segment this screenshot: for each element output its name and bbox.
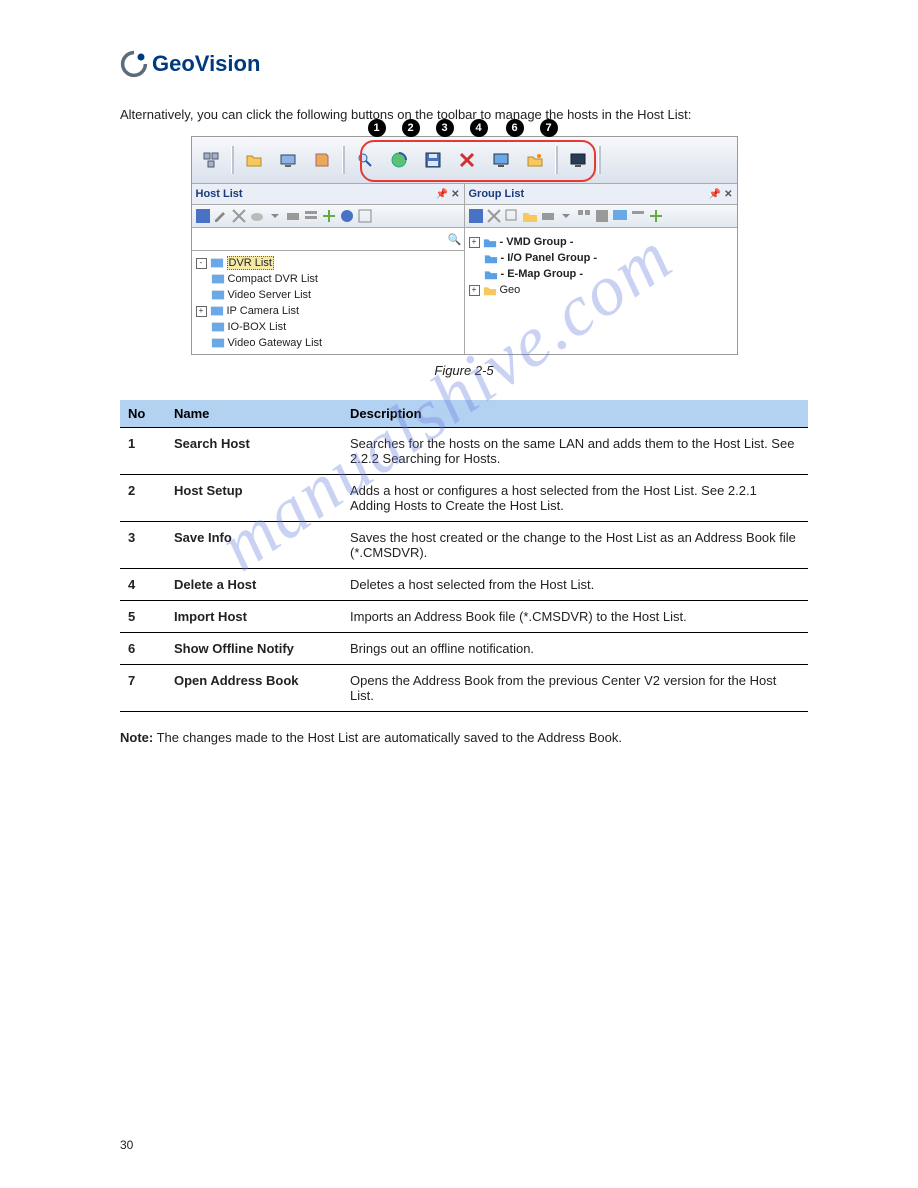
highlight-box	[360, 140, 596, 182]
callout-7: 7	[540, 119, 558, 137]
callout-2: 2	[402, 119, 420, 137]
th-name: Name	[166, 400, 342, 428]
cloud-icon[interactable]	[249, 208, 265, 224]
main-toolbar: 1 2 3 4 6 7	[192, 137, 737, 183]
tree-item[interactable]: Host List by ID	[196, 351, 460, 354]
callout-6: 6	[506, 119, 524, 137]
list-icon[interactable]	[303, 208, 319, 224]
grid2-icon[interactable]	[594, 208, 610, 224]
callout-1: 1	[368, 119, 386, 137]
logo-icon	[120, 50, 148, 78]
brand-vision: Vision	[195, 51, 261, 76]
figure-caption: Figure 2-5	[120, 363, 808, 378]
group-list-title: Group List	[469, 188, 525, 200]
host-tree: -DVR List Compact DVR List Video Server …	[192, 251, 464, 354]
folder-icon[interactable]	[522, 208, 538, 224]
table-row: 3Save InfoSaves the host created or the …	[120, 522, 808, 569]
group-tree: +- VMD Group - - I/O Panel Group - - E-M…	[465, 228, 737, 354]
host-list-panel: Host List 📌 ✕	[192, 184, 465, 354]
table-row: 7Open Address BookOpens the Address Book…	[120, 665, 808, 712]
tree-item[interactable]: Compact DVR List	[196, 271, 460, 287]
host-search: 🔍	[192, 228, 464, 251]
folder-open-icon[interactable]	[239, 145, 269, 175]
delete-icon[interactable]	[486, 208, 502, 224]
down-icon[interactable]	[267, 208, 283, 224]
edit-icon[interactable]	[213, 208, 229, 224]
tree-item[interactable]: - I/O Panel Group -	[469, 250, 733, 266]
tree-item[interactable]: IO-BOX List	[196, 319, 460, 335]
table-row: 2Host SetupAdds a host or configures a h…	[120, 475, 808, 522]
down-icon[interactable]	[558, 208, 574, 224]
search-icon[interactable]: 🔍	[448, 233, 462, 246]
screenshot-figure: 1 2 3 4 6 7	[191, 136, 738, 355]
delete-icon[interactable]	[231, 208, 247, 224]
list-icon[interactable]	[630, 208, 646, 224]
info-icon[interactable]	[339, 208, 355, 224]
tree-item[interactable]: - E-Map Group -	[469, 266, 733, 282]
th-desc: Description	[342, 400, 808, 428]
tree-item-dvr-list[interactable]: -DVR List	[196, 255, 460, 271]
th-no: No	[120, 400, 166, 428]
page-number: 30	[120, 1138, 133, 1152]
list2-icon[interactable]	[357, 208, 373, 224]
table-row: 4Delete a HostDeletes a host selected fr…	[120, 569, 808, 601]
grid-icon[interactable]	[576, 208, 592, 224]
save-icon[interactable]	[468, 208, 484, 224]
intro-paragraph: Alternatively, you can click the followi…	[120, 106, 808, 124]
book-icon[interactable]	[307, 145, 337, 175]
camera-icon[interactable]	[540, 208, 556, 224]
table-row: 1Search HostSearches for the hosts on th…	[120, 428, 808, 475]
note: Note: The changes made to the Host List …	[120, 730, 808, 745]
host-list-title: Host List	[196, 188, 243, 200]
pin-icon[interactable]: 📌 ✕	[436, 189, 460, 200]
monitor-server-icon[interactable]	[273, 145, 303, 175]
callout-4: 4	[470, 119, 488, 137]
monitor-icon[interactable]	[612, 208, 628, 224]
host-list-toolbar	[192, 205, 464, 228]
add-icon[interactable]	[321, 208, 337, 224]
host-search-input[interactable]	[194, 229, 448, 249]
tree-item[interactable]: +- VMD Group -	[469, 234, 733, 250]
callout-3: 3	[436, 119, 454, 137]
tree-item[interactable]: Video Server List	[196, 287, 460, 303]
camera-icon[interactable]	[285, 208, 301, 224]
table-row: 5Import HostImports an Address Book file…	[120, 601, 808, 633]
pin-icon[interactable]: 📌 ✕	[709, 189, 733, 200]
group-list-toolbar	[465, 205, 737, 228]
tree-item[interactable]: Video Gateway List	[196, 335, 460, 351]
brand-geo: Geo	[152, 51, 195, 76]
group-list-panel: Group List 📌 ✕	[465, 184, 737, 354]
copy-icon[interactable]	[504, 208, 520, 224]
tree-item[interactable]: +Geo	[469, 282, 733, 298]
table-row: 6Show Offline NotifyBrings out an offlin…	[120, 633, 808, 665]
brand-logo: GeoVision	[120, 50, 808, 78]
save-icon[interactable]	[195, 208, 211, 224]
tree-item[interactable]: +IP Camera List	[196, 303, 460, 319]
description-table: No Name Description 1Search HostSearches…	[120, 400, 808, 712]
tree-icon[interactable]	[196, 145, 226, 175]
add-icon[interactable]	[648, 208, 664, 224]
